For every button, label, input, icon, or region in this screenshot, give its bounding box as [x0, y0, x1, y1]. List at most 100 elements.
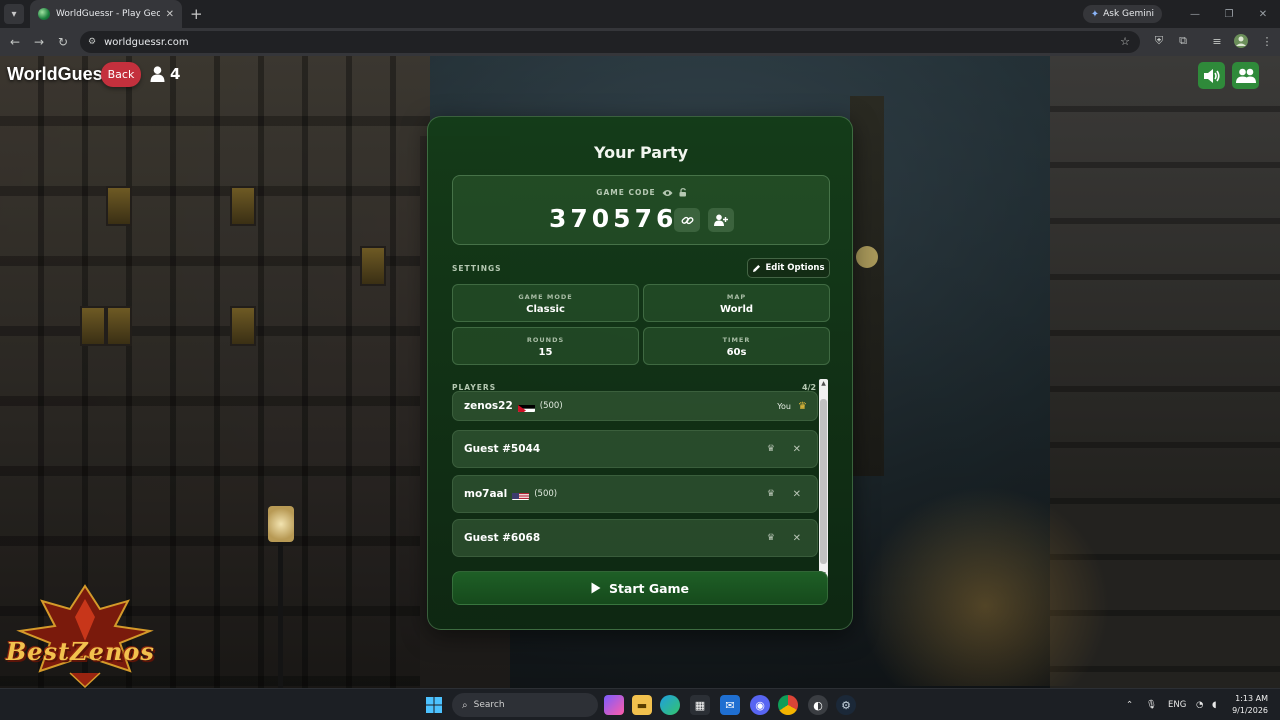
setting-label: TIMER	[722, 336, 751, 344]
player-elo: (500)	[539, 401, 563, 411]
setting-timer: TIMER 60s	[643, 327, 830, 365]
browser-tab[interactable]: WorldGuessr - Play GeoGuessr ✕	[30, 0, 182, 28]
copy-link-button[interactable]	[674, 208, 700, 232]
tab-close-icon[interactable]: ✕	[166, 9, 174, 20]
player-name: zenos22	[464, 400, 513, 412]
sound-toggle-button[interactable]	[1198, 62, 1225, 89]
windows-start-icon[interactable]	[424, 695, 444, 715]
kick-player-icon[interactable]: ✕	[793, 444, 801, 455]
party-panel: Your Party GAME CODE 370576 SETTINGS Edi…	[427, 116, 853, 630]
friends-button[interactable]	[1232, 62, 1259, 89]
file-explorer-icon[interactable]: ▬	[632, 695, 652, 715]
game-code-value: 370576	[549, 204, 678, 233]
setting-value: 60s	[726, 347, 747, 358]
tab-title: WorldGuessr - Play GeoGuessr	[56, 9, 160, 19]
game-code-label: GAME CODE	[596, 188, 656, 197]
settings-label: SETTINGS	[452, 264, 502, 273]
taskbar-search-box[interactable]: ⌕ Search	[452, 693, 598, 717]
gemini-sparkle-icon: ✦	[1090, 8, 1100, 20]
player-name: mo7aal	[464, 488, 508, 500]
eye-icon[interactable]	[662, 189, 673, 197]
background-street-lamp	[268, 506, 294, 542]
unlock-icon[interactable]	[679, 188, 688, 197]
friends-icon	[1235, 68, 1256, 83]
steam-icon[interactable]: ⚙	[836, 695, 856, 715]
copilot-icon[interactable]	[604, 695, 624, 715]
tab-search-chevron-icon[interactable]: ▾	[4, 4, 24, 24]
reload-icon[interactable]: ↻	[51, 30, 75, 54]
search-icon: ⌕	[462, 699, 468, 711]
app-icon[interactable]: ◐	[808, 695, 828, 715]
background-street-glow	[860, 486, 1110, 686]
taskbar-clock[interactable]: 1:13 AM 9/1/2026	[1232, 693, 1268, 717]
edge-browser-icon[interactable]	[660, 695, 680, 715]
language-indicator[interactable]: ENG	[1168, 689, 1186, 720]
profile-avatar-icon[interactable]	[1232, 32, 1250, 50]
close-window-icon[interactable]: ✕	[1246, 0, 1280, 28]
favicon-globe-icon	[38, 8, 50, 20]
discord-icon[interactable]: ◉	[750, 695, 770, 715]
start-game-button[interactable]: Start Game	[452, 571, 828, 605]
edit-options-button[interactable]: Edit Options	[747, 258, 830, 278]
background-window	[230, 306, 256, 346]
link-icon	[681, 216, 693, 224]
extension-shield-icon[interactable]: ⛨	[1150, 32, 1168, 50]
ask-gemini-button[interactable]: ✦ Ask Gemini	[1082, 5, 1162, 23]
player-name: Guest #6068	[464, 532, 541, 544]
forward-arrow-icon[interactable]: →	[27, 30, 51, 54]
phoenix-emblem-icon	[16, 584, 154, 688]
extensions-puzzle-icon[interactable]: ⧉	[1174, 32, 1192, 50]
bookmark-star-icon[interactable]: ☆	[1120, 35, 1130, 48]
game-code-box: GAME CODE 370576	[452, 175, 830, 245]
store-icon[interactable]: ▦	[690, 695, 710, 715]
game-code-header: GAME CODE	[453, 188, 831, 197]
site-info-icon[interactable]: ⚙	[88, 37, 96, 47]
mail-icon[interactable]: ✉	[720, 695, 740, 715]
windows-taskbar: ⌕ Search ▬ ▦ ✉ ◉ ◐ ⚙ ⌃ 🎙 ENG ◔ ◖ 1:13 AM…	[0, 688, 1280, 720]
back-arrow-icon[interactable]: ←	[3, 30, 27, 54]
players-scrollbar[interactable]: ▲ ▼	[819, 379, 828, 579]
wifi-icon[interactable]: ◔	[1196, 689, 1203, 720]
make-host-crown-icon[interactable]: ♛	[767, 444, 775, 454]
make-host-crown-icon[interactable]: ♛	[767, 489, 775, 499]
speaker-icon	[1203, 68, 1220, 83]
scroll-up-arrow-icon[interactable]: ▲	[819, 379, 828, 388]
play-icon	[591, 582, 601, 594]
url-text: worldguessr.com	[104, 36, 189, 48]
background-window	[80, 306, 106, 346]
usa-flag-icon	[512, 489, 530, 500]
make-host-crown-icon[interactable]: ♛	[767, 533, 775, 543]
restore-icon[interactable]: ❐	[1212, 0, 1246, 28]
volume-icon[interactable]: ◖	[1212, 689, 1216, 720]
bestzenos-logo: BestZenos	[0, 581, 170, 688]
player-row: Guest #6068 ♛ ✕	[452, 519, 818, 557]
browser-menu-icon[interactable]: ⋮	[1258, 32, 1276, 50]
edit-options-label: Edit Options	[765, 263, 825, 273]
setting-value: Classic	[526, 304, 565, 315]
back-button[interactable]: Back	[101, 62, 141, 87]
kick-player-icon[interactable]: ✕	[793, 489, 801, 500]
address-bar[interactable]: ⚙ worldguessr.com ☆	[80, 31, 1140, 53]
you-label: You	[777, 401, 791, 411]
host-crown-icon: ♛	[798, 400, 807, 412]
kick-player-icon[interactable]: ✕	[793, 533, 801, 544]
background-clock-face	[856, 246, 878, 268]
new-tab-plus-icon[interactable]: +	[190, 5, 203, 23]
minimize-icon[interactable]: —	[1178, 0, 1212, 28]
player-row: mo7aal (500) ♛ ✕	[452, 475, 818, 513]
background-window	[360, 246, 386, 286]
microphone-icon[interactable]: 🎙	[1146, 689, 1157, 720]
reading-list-icon[interactable]: ≡	[1208, 32, 1226, 50]
clock-time: 1:13 AM	[1235, 694, 1268, 703]
chrome-icon[interactable]	[778, 695, 798, 715]
background-window	[106, 306, 132, 346]
pencil-icon	[753, 264, 761, 272]
person-icon	[150, 66, 165, 82]
player-row: Guest #5044 ♛ ✕	[452, 430, 818, 468]
scrollbar-thumb[interactable]	[820, 399, 827, 564]
ask-gemini-label: Ask Gemini	[1103, 9, 1154, 19]
clock-date: 9/1/2026	[1232, 706, 1268, 715]
invite-player-button[interactable]	[708, 208, 734, 232]
background-window	[230, 186, 256, 226]
show-hidden-icons-icon[interactable]: ⌃	[1126, 689, 1133, 720]
